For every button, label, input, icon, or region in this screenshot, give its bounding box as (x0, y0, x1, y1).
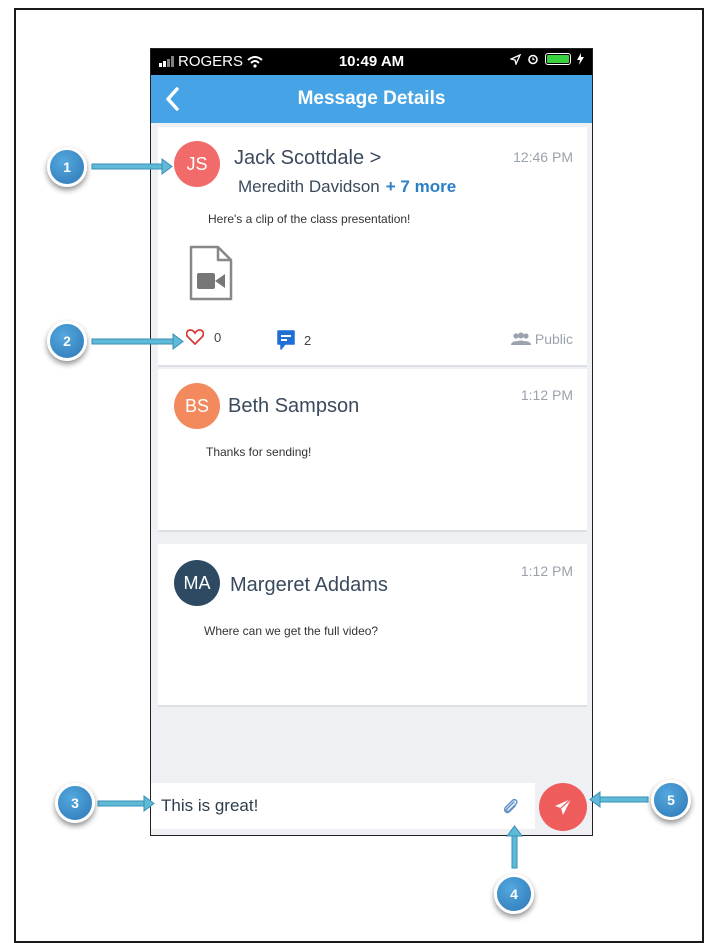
callout-badge-4: 4 (494, 874, 534, 914)
callout-badge-5: 5 (651, 780, 691, 820)
callout-badge-1: 1 (47, 147, 87, 187)
callout-badge-3: 3 (55, 783, 95, 823)
callout-arrows (91, 158, 649, 869)
callout-badge-2: 2 (47, 321, 87, 361)
